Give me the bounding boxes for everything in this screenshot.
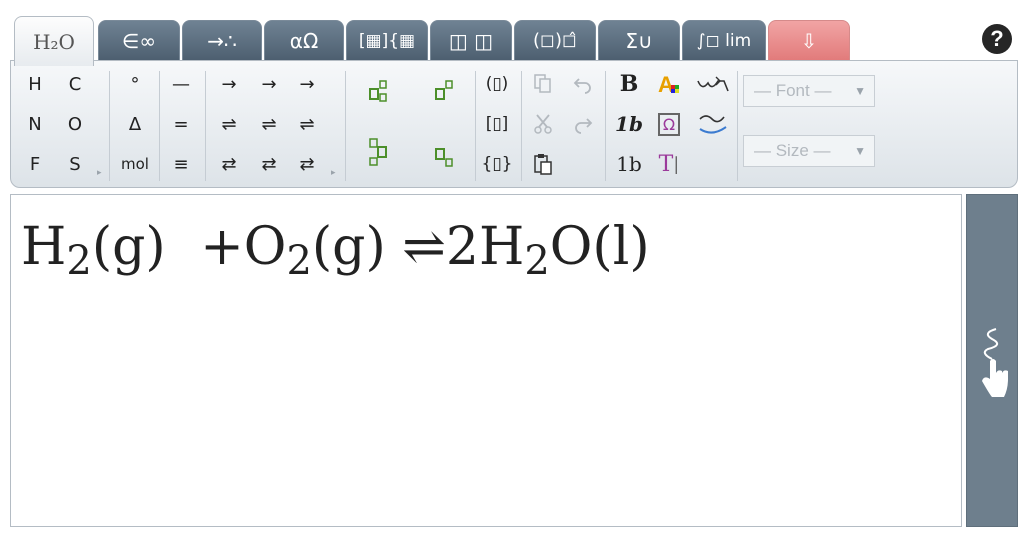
single-bond-button[interactable]: —: [161, 67, 201, 101]
element-h-button[interactable]: H: [15, 67, 55, 101]
text-tool-button[interactable]: T |: [649, 147, 689, 181]
plain-text-label: 1b: [616, 152, 642, 176]
subscript: 2: [66, 238, 92, 284]
font-select[interactable]: — Font — ▼: [743, 75, 875, 107]
tab-sums[interactable]: Σ∪: [598, 20, 680, 60]
triple-bond-button[interactable]: ≡: [161, 147, 201, 181]
size-select[interactable]: — Size — ▼: [743, 135, 875, 167]
hydrogen-symbol: H: [478, 217, 525, 277]
tab-sets[interactable]: ∈∞: [98, 20, 180, 60]
rtl-text-icon[interactable]: [693, 67, 733, 101]
divider: [345, 71, 346, 181]
oxygen-symbol: O: [549, 217, 593, 277]
help-icon[interactable]: ?: [982, 24, 1012, 54]
plus-sign: +: [200, 217, 244, 277]
state-label: (g): [91, 217, 166, 277]
oxygen-symbol: O: [243, 217, 287, 277]
size-select-label: — Size —: [754, 141, 831, 160]
element-o-button[interactable]: O: [55, 107, 95, 141]
right-arrow-button[interactable]: →: [209, 67, 249, 101]
element-f-button[interactable]: F: [15, 147, 55, 181]
delta-button[interactable]: Δ: [115, 107, 155, 141]
reversible-under-button[interactable]: ⇄: [287, 147, 327, 181]
divider: [521, 71, 522, 181]
divider: [475, 71, 476, 181]
tab-brackets[interactable]: (◻)◻̂: [514, 20, 596, 60]
tab-greek[interactable]: αΩ: [264, 20, 344, 60]
tab-scripts[interactable]: ◫ ◫: [430, 20, 512, 60]
element-s-button[interactable]: S: [55, 147, 95, 181]
handwriting-panel-toggle[interactable]: [966, 194, 1018, 527]
copy-icon[interactable]: [523, 67, 563, 101]
equilibrium-under-button[interactable]: ⇌: [287, 107, 327, 141]
plain-text-button[interactable]: 1b: [609, 147, 649, 181]
hand-write-icon: [976, 325, 1010, 406]
font-select-label: — Font —: [754, 81, 832, 100]
curly-brackets-button[interactable]: {▯}: [477, 147, 517, 181]
bold-button[interactable]: B: [609, 67, 649, 101]
equilibrium-arrow: ⇌: [402, 217, 446, 277]
equation-canvas[interactable]: H2(g) +O2(g) ⇌2H2O(l): [10, 194, 962, 527]
chevron-down-icon: ▼: [854, 84, 866, 98]
reversible-over-button[interactable]: ⇄: [249, 147, 289, 181]
element-n-button[interactable]: N: [15, 107, 55, 141]
divider: [205, 71, 206, 181]
divider: [605, 71, 606, 181]
right-arrow-over-button[interactable]: →: [249, 67, 289, 101]
divider: [109, 71, 110, 181]
text-color-icon[interactable]: A: [649, 67, 689, 101]
bold-italic-button[interactable]: 1b: [609, 107, 649, 141]
reversible-arrow-button[interactable]: ⇄: [209, 147, 249, 181]
paste-icon[interactable]: [523, 147, 563, 181]
redo-icon[interactable]: [563, 107, 603, 141]
chemistry-toolbar: H C N O F S ▸ ° Δ mol — = ≡ → → → ⇌ ⇌ ⇌ …: [10, 60, 1018, 188]
more-arrow-icon[interactable]: ▸: [331, 167, 341, 179]
chemical-equation: H2(g) +O2(g) ⇌2H2O(l): [21, 217, 650, 284]
overunder-template-icon[interactable]: [359, 135, 399, 169]
equation-editor: H₂O ∈∞ →∴ αΩ [▦]{▦ ◫ ◫ (◻)◻̂ Σ∪ ∫◻ lim ⇩…: [10, 8, 1020, 530]
tab-chemistry[interactable]: H₂O: [14, 16, 94, 66]
tab-bar: H₂O ∈∞ →∴ αΩ [▦]{▦ ◫ ◫ (◻)◻̂ Σ∪ ∫◻ lim ⇩…: [10, 8, 1020, 66]
square-brackets-button[interactable]: [▯]: [477, 107, 517, 141]
mol-button[interactable]: mol: [115, 147, 155, 181]
cursor-icon: |: [673, 153, 680, 175]
state-label: (g): [311, 217, 386, 277]
tab-matrices[interactable]: [▦]{▦: [346, 20, 428, 60]
script-text-icon[interactable]: [693, 107, 733, 141]
coefficient: 2: [445, 217, 479, 277]
omega-box-button[interactable]: Ω: [649, 107, 689, 141]
hydrogen-symbol: H: [21, 217, 67, 277]
double-bond-button[interactable]: =: [161, 107, 201, 141]
undo-icon[interactable]: [563, 67, 603, 101]
divider: [737, 71, 738, 181]
presubscript-template-icon[interactable]: [359, 75, 399, 109]
equilibrium-arrow-button[interactable]: ⇌: [209, 107, 249, 141]
tab-integrals[interactable]: ∫◻ lim: [682, 20, 766, 60]
tab-arrows[interactable]: →∴: [182, 20, 262, 60]
superscript-template-icon[interactable]: [425, 75, 465, 109]
element-c-button[interactable]: C: [55, 67, 95, 101]
equilibrium-over-button[interactable]: ⇌: [249, 107, 289, 141]
subscript: 2: [524, 238, 550, 284]
omega-box-label: Ω: [657, 112, 681, 136]
divider: [159, 71, 160, 181]
state-label: (l): [592, 217, 650, 277]
cut-icon[interactable]: [523, 107, 563, 141]
tab-special[interactable]: ⇩: [768, 20, 850, 60]
parentheses-button[interactable]: (▯): [477, 67, 517, 101]
chevron-down-icon: ▼: [854, 144, 866, 158]
right-arrow-under-button[interactable]: →: [287, 67, 327, 101]
subscript-template-icon[interactable]: [425, 141, 465, 175]
text-tool-label: T: [658, 151, 674, 177]
subscript: 2: [286, 238, 312, 284]
degree-button[interactable]: °: [115, 67, 155, 101]
more-arrow-icon[interactable]: ▸: [97, 167, 107, 179]
